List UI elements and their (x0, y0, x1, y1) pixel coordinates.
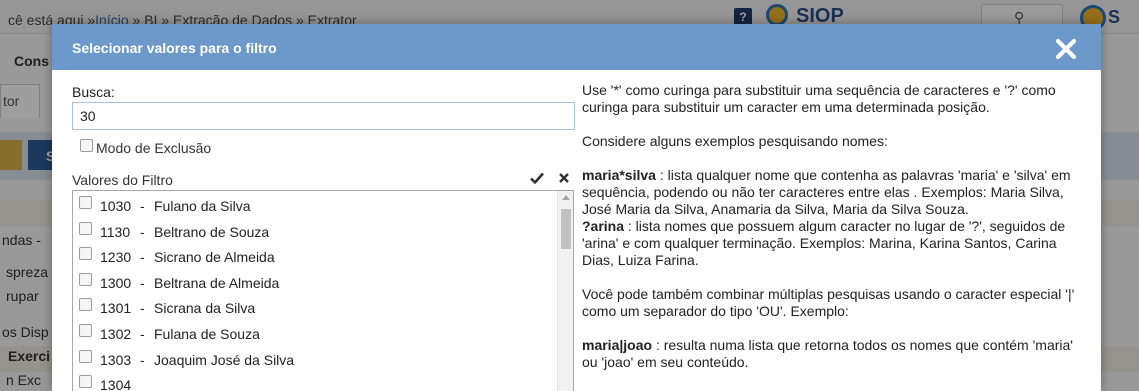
list-item[interactable]: 1030 - Fulano da Silva (73, 191, 557, 217)
x-icon (559, 173, 569, 183)
filter-values-items: 1030 - Fulano da Silva 1130 - Beltrano d… (73, 191, 557, 391)
item-checkbox[interactable] (79, 247, 92, 261)
list-scrollbar[interactable] (557, 191, 573, 391)
item-checkbox[interactable] (79, 196, 92, 209)
item-name: Joaquim José da Silva (154, 351, 295, 368)
item-checkbox[interactable] (79, 298, 92, 312)
help-example-1-key: maria*silva (582, 167, 656, 183)
filter-values-list[interactable]: 1030 - Fulano da Silva 1130 - Beltrano d… (72, 190, 574, 391)
list-item[interactable]: 1302 - Fulana de Souza (73, 319, 557, 345)
item-name: Beltrana de Almeida (154, 274, 280, 291)
list-item[interactable]: 1130 - Beltrano de Souza (73, 217, 557, 243)
item-separator: - (140, 351, 145, 368)
checkmark-icon (530, 172, 544, 184)
help-example-3-key: maria|joao (582, 337, 653, 353)
filter-values-label: Valores do Filtro (72, 172, 173, 188)
item-checkbox[interactable] (79, 272, 92, 286)
list-item[interactable]: 1303 - Joaquim José da Silva (73, 345, 557, 371)
list-item[interactable]: 1300 - Beltrana de Almeida (73, 268, 557, 294)
item-code: 1303 (100, 351, 132, 368)
exclusion-mode-label[interactable]: Modo de Exclusão (96, 140, 211, 156)
search-input[interactable] (72, 102, 575, 130)
item-code: 1030 (100, 198, 132, 214)
help-example-1: maria*silva : lista qualquer nome que co… (582, 167, 1092, 218)
dialog-title: Selecionar valores para o filtro (72, 40, 277, 56)
item-code: 1300 (100, 274, 132, 291)
help-example-2-text: : lista nomes que possuem algum caracter… (582, 218, 1066, 268)
item-name: Sicrana da Silva (154, 300, 256, 317)
item-separator: - (140, 223, 145, 240)
search-help-panel: Use '*' como curinga para substituir uma… (582, 82, 1092, 388)
list-item[interactable]: 1230 - Sicrano de Almeida (73, 242, 557, 268)
item-separator: - (140, 249, 145, 266)
clear-all-button[interactable] (556, 170, 572, 186)
item-code: 1230 (100, 249, 132, 266)
item-name: Fulano da Silva (154, 198, 251, 214)
item-separator: - (140, 198, 145, 214)
search-label: Busca: (72, 84, 115, 100)
dialog-header: Selecionar valores para o filtro (52, 24, 1101, 70)
item-name: Beltrano de Souza (154, 223, 270, 240)
item-separator: - (140, 325, 145, 342)
item-separator: - (140, 274, 145, 291)
help-example-3-text: : resulta numa lista que retorna todos o… (582, 337, 1073, 370)
help-examples-intro: Considere alguns exemplos pesquisando no… (582, 133, 888, 149)
item-separator: - (140, 300, 145, 317)
scroll-thumb[interactable] (561, 209, 571, 249)
help-example-3: maria|joao : resulta numa lista que reto… (582, 337, 1092, 371)
item-name: Sicrano de Almeida (154, 249, 275, 266)
help-example-2: ?arina : lista nomes que possuem algum c… (582, 218, 1092, 269)
item-checkbox[interactable] (79, 349, 92, 363)
exclusion-mode-checkbox[interactable] (80, 139, 93, 152)
item-code: 1302 (100, 325, 132, 342)
item-code: 1130 (100, 223, 131, 240)
item-code: 1304 (100, 377, 132, 391)
item-code: 1301 (100, 300, 132, 317)
item-checkbox[interactable] (79, 375, 92, 389)
item-checkbox[interactable] (79, 221, 92, 235)
list-item[interactable]: 1304 (73, 370, 557, 391)
help-example-2-key: ?arina (582, 218, 625, 234)
close-button[interactable] (1054, 37, 1078, 61)
select-all-button[interactable] (529, 170, 545, 186)
item-name: Fulana de Souza (154, 325, 260, 342)
help-example-1-text: : lista qualquer nome que contenha as pa… (582, 167, 1071, 217)
help-wildcards: Use '*' como curinga para substituir uma… (582, 82, 1056, 115)
filter-values-dialog: Selecionar valores para o filtro Busca: … (52, 24, 1101, 391)
list-item[interactable]: 1301 - Sicrana da Silva (73, 293, 557, 319)
help-combine: Você pode também combinar múltiplas pesq… (582, 286, 1075, 319)
scroll-up-arrow-icon[interactable] (562, 195, 570, 200)
item-checkbox[interactable] (79, 323, 92, 337)
close-icon (1055, 38, 1077, 60)
